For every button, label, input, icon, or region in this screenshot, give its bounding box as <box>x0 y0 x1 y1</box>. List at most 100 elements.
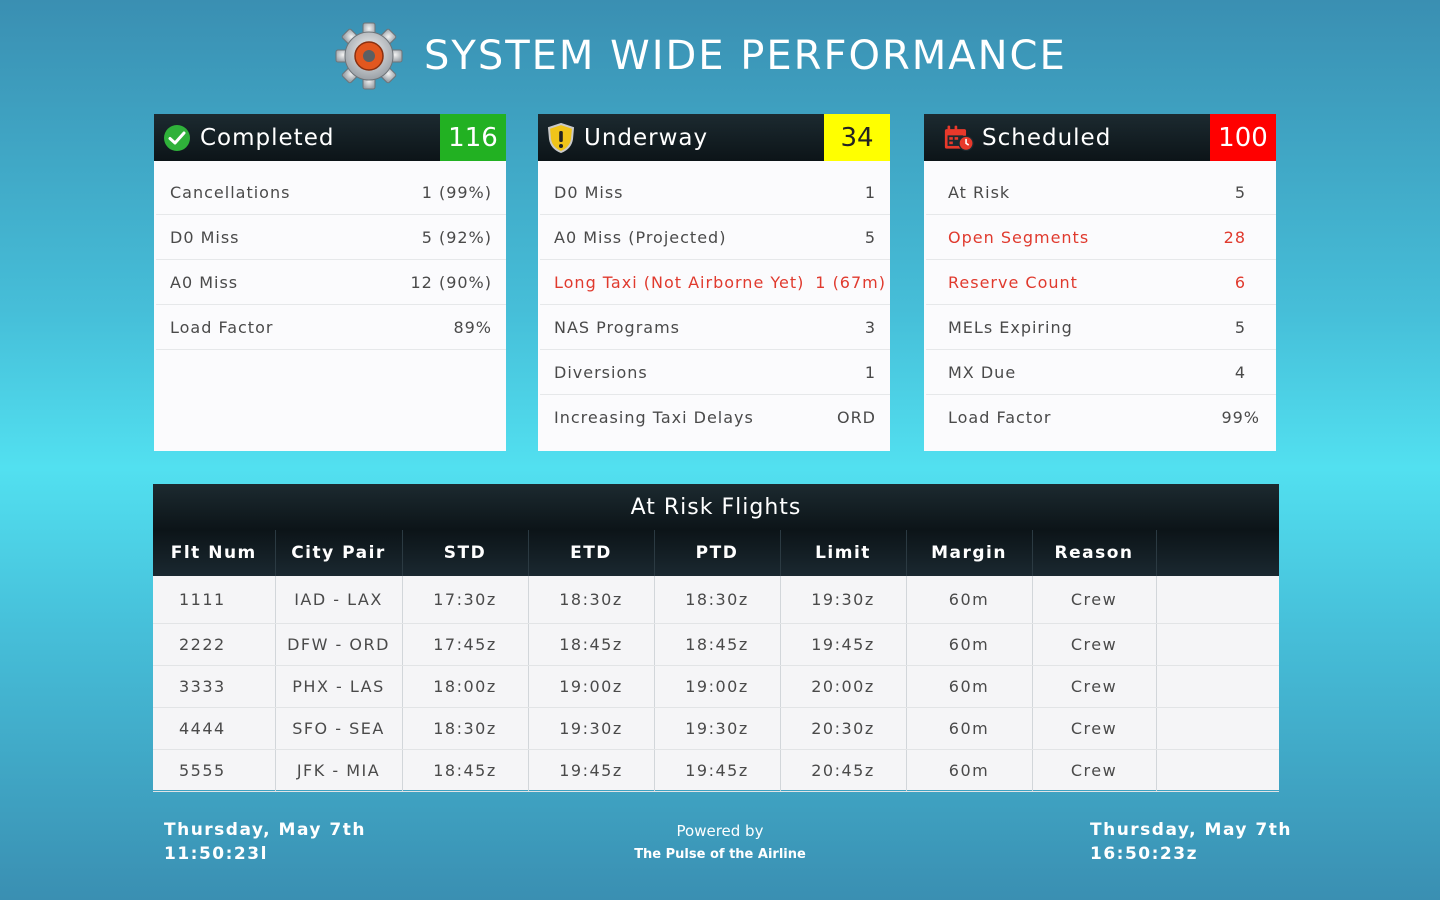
row-value: 5 <box>1234 182 1246 202</box>
underway-rows: D0 Miss 1 A0 Miss (Projected) 5 Long Tax… <box>538 161 890 440</box>
cell-flt-num: 5555 <box>153 749 276 792</box>
row-label: Load Factor <box>170 317 274 337</box>
completed-label: Completed <box>200 124 335 151</box>
underway-row-nas-programs: NAS Programs 3 <box>540 305 890 350</box>
row-label: Open Segments <box>948 227 1090 247</box>
cell-limit: 20:45z <box>780 749 907 792</box>
cell-etd: 18:45z <box>528 623 655 666</box>
cell-reason: Crew <box>1032 623 1157 666</box>
completed-count: 116 <box>440 114 506 161</box>
row-label: NAS Programs <box>554 317 680 337</box>
row-label: A0 Miss (Projected) <box>554 227 727 247</box>
check-circle-icon <box>162 123 192 153</box>
column-header-margin: Margin <box>906 530 1033 576</box>
row-value: 1 (99%) <box>421 182 492 202</box>
brand-name: The Pulse of the Airline <box>634 847 806 862</box>
row-value: ORD <box>836 408 876 427</box>
scheduled-row-load-factor: Load Factor 99% <box>926 395 1276 440</box>
row-label: D0 Miss <box>170 227 240 247</box>
cell-flt-num: 2222 <box>153 623 276 666</box>
scheduled-row-mels-expiring: MELs Expiring 5 <box>926 305 1276 350</box>
row-label: Long Taxi (Not Airborne Yet) <box>554 272 805 292</box>
at-risk-flights-panel: At Risk Flights Flt Num City Pair STD ET… <box>153 484 1279 792</box>
shield-warning-icon <box>546 122 576 153</box>
cell-city-pair: SFO - SEA <box>275 707 403 750</box>
cell-blank <box>1156 665 1279 708</box>
zulu-clock: Thursday, May 7th 16:50:23z <box>1090 818 1292 866</box>
cell-limit: 19:45z <box>780 623 907 666</box>
underway-row-increasing-taxi-delays: Increasing Taxi Delays ORD <box>540 395 890 440</box>
cell-margin: 60m <box>906 707 1033 750</box>
cell-margin: 60m <box>906 576 1033 624</box>
cell-city-pair: IAD - LAX <box>275 576 403 624</box>
row-value: 12 (90%) <box>410 272 492 292</box>
scheduled-count: 100 <box>1210 114 1276 161</box>
column-header-blank <box>1156 530 1279 576</box>
cell-city-pair: PHX - LAS <box>275 665 403 708</box>
scheduled-row-reserve-count: Reserve Count 6 <box>926 260 1276 305</box>
cell-margin: 60m <box>906 749 1033 792</box>
cell-std: 17:45z <box>402 623 529 666</box>
cell-ptd: 18:45z <box>654 623 781 666</box>
cell-flt-num: 3333 <box>153 665 276 708</box>
underway-label: Underway <box>584 124 709 151</box>
local-time: 11:50:23l <box>164 844 268 864</box>
underway-row-long-taxi: Long Taxi (Not Airborne Yet) 1 (67m) <box>540 260 890 305</box>
scheduled-label: Scheduled <box>982 124 1112 151</box>
row-label: Reserve Count <box>948 272 1078 292</box>
row-label: At Risk <box>948 182 1011 202</box>
at-risk-flights-title: At Risk Flights <box>153 484 1279 530</box>
row-label: D0 Miss <box>554 182 624 202</box>
underway-row-a0-miss: A0 Miss (Projected) 5 <box>540 215 890 260</box>
completed-rows: Cancellations 1 (99%) D0 Miss 5 (92%) A0… <box>154 161 506 350</box>
underway-panel: Underway 34 D0 Miss 1 A0 Miss (Projected… <box>538 114 890 451</box>
completed-row-cancellations: Cancellations 1 (99%) <box>156 170 506 215</box>
row-label: Diversions <box>554 362 648 382</box>
row-value: 99% <box>1221 408 1260 427</box>
underway-panel-header: Underway 34 <box>538 114 890 161</box>
cell-ptd: 18:30z <box>654 576 781 624</box>
table-header-row: Flt Num City Pair STD ETD PTD Limit Marg… <box>153 530 1279 576</box>
cell-reason: Crew <box>1032 707 1157 750</box>
scheduled-row-open-segments: Open Segments 28 <box>926 215 1276 260</box>
scheduled-rows: At Risk 5 Open Segments 28 Reserve Count… <box>924 161 1276 440</box>
cell-reason: Crew <box>1032 749 1157 792</box>
cell-std: 18:00z <box>402 665 529 708</box>
completed-row-a0-miss: A0 Miss 12 (90%) <box>156 260 506 305</box>
cell-etd: 18:30z <box>528 576 655 624</box>
table-row: 5555 JFK - MIA 18:45z 19:45z 19:45z 20:4… <box>153 749 1279 792</box>
row-value: 3 <box>864 317 876 337</box>
completed-row-d0-miss: D0 Miss 5 (92%) <box>156 215 506 260</box>
row-value: 5 (92%) <box>421 227 492 247</box>
column-header-reason: Reason <box>1032 530 1157 576</box>
row-value: 5 <box>864 227 876 247</box>
cell-margin: 60m <box>906 665 1033 708</box>
cell-margin: 60m <box>906 623 1033 666</box>
local-clock: Thursday, May 7th 11:50:23l <box>164 818 366 866</box>
cell-std: 18:45z <box>402 749 529 792</box>
cell-limit: 19:30z <box>780 576 907 624</box>
zulu-time: 16:50:23z <box>1090 844 1198 864</box>
cell-blank <box>1156 749 1279 792</box>
row-label: Cancellations <box>170 182 291 202</box>
table-row: 4444 SFO - SEA 18:30z 19:30z 19:30z 20:3… <box>153 707 1279 750</box>
cell-city-pair: JFK - MIA <box>275 749 403 792</box>
scheduled-row-at-risk: At Risk 5 <box>926 170 1276 215</box>
cell-blank <box>1156 707 1279 750</box>
cell-limit: 20:00z <box>780 665 907 708</box>
row-value: 1 <box>864 182 876 202</box>
cell-reason: Crew <box>1032 576 1157 624</box>
column-header-limit: Limit <box>780 530 907 576</box>
powered-by-label: Powered by <box>676 822 764 840</box>
cell-std: 18:30z <box>402 707 529 750</box>
row-value: 1 (67m) <box>815 272 886 292</box>
calendar-clock-icon <box>944 123 974 153</box>
cell-blank <box>1156 576 1279 624</box>
cell-ptd: 19:30z <box>654 707 781 750</box>
completed-row-load-factor: Load Factor 89% <box>156 305 506 350</box>
cell-etd: 19:00z <box>528 665 655 708</box>
cell-flt-num: 4444 <box>153 707 276 750</box>
zulu-date: Thursday, May 7th <box>1090 820 1292 840</box>
cell-flt-num: 1111 <box>153 576 276 624</box>
column-header-flt-num: Flt Num <box>153 530 276 576</box>
